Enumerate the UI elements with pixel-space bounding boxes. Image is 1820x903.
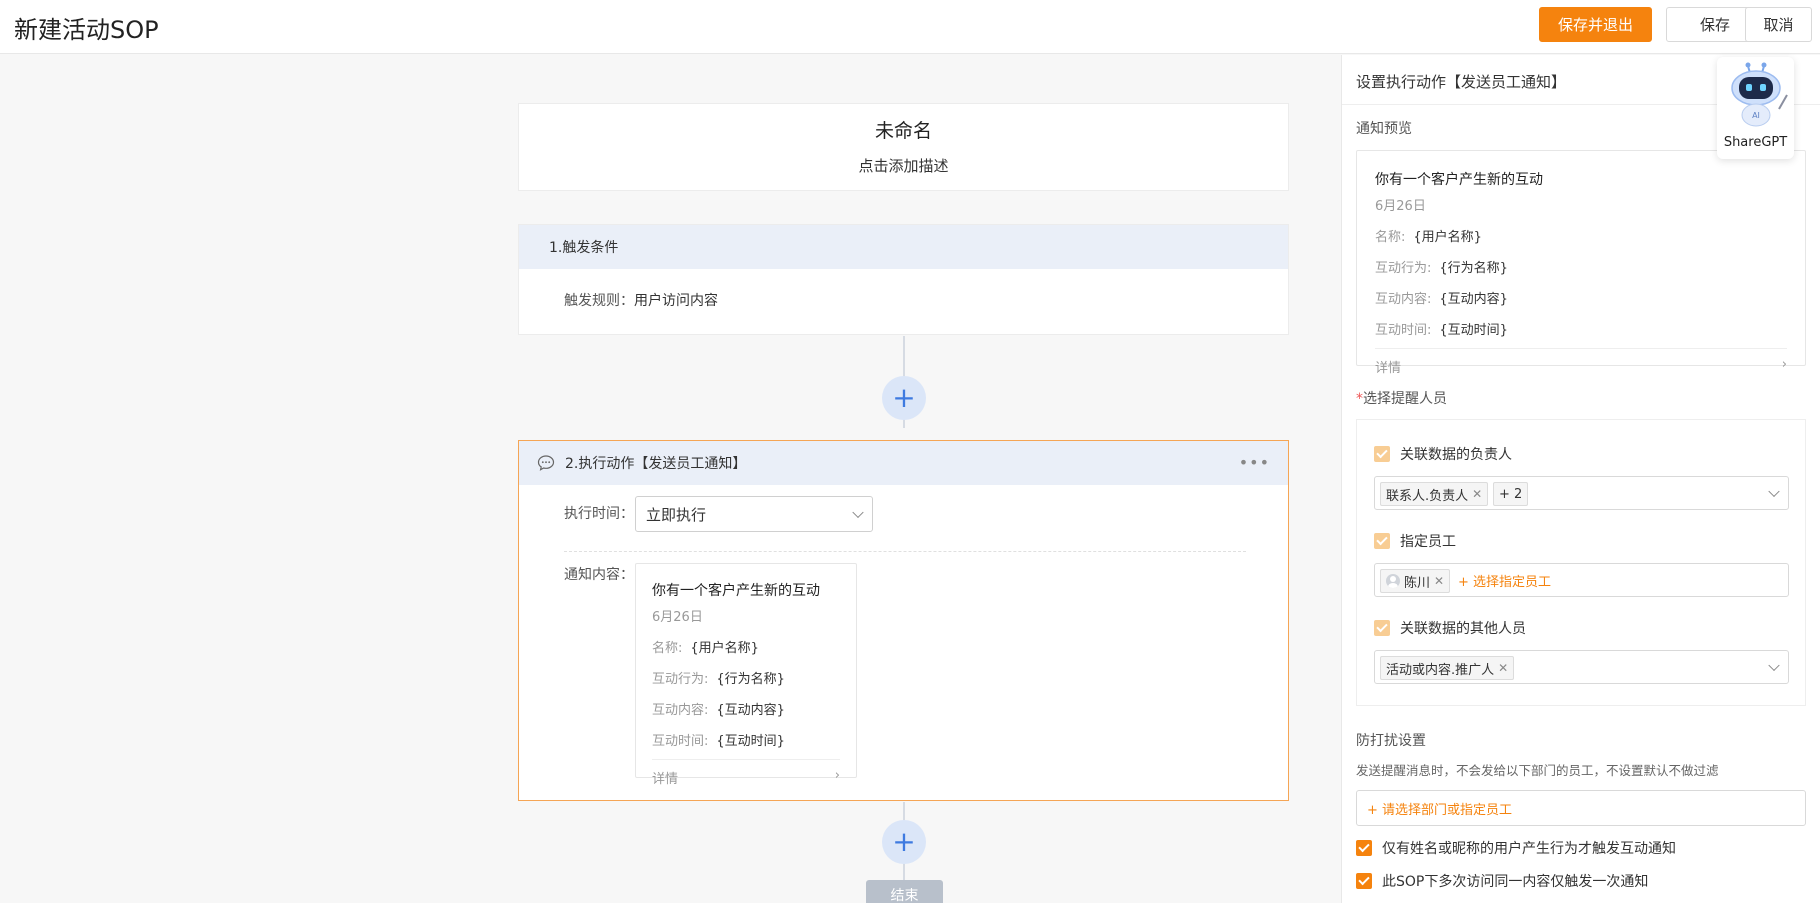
notify-content-preview[interactable]: 你有一个客户产生新的互动 6月26日 名称: {用户名称} 互动行为: {行为名称}… [635,563,857,787]
others-option-label: 关联数据的其他人员 [1400,621,1526,637]
trigger-rule: 触发规则：用户访问内容 [564,290,718,310]
once-only-checkbox[interactable] [1356,873,1372,889]
panel-notify-preview[interactable]: 你有一个客户产生新的互动 6月26日 名称: {用户名称} 互动行为: {行为名称}… [1356,150,1806,376]
end-node[interactable]: 结束 [866,880,943,903]
more-options-icon[interactable]: ••• [1239,453,1270,472]
owner-checkbox[interactable] [1374,446,1390,462]
preview-detail-link[interactable]: 详情 › [652,768,840,787]
action-heading-bar: 2.执行动作【发送员工通知】 [519,441,1288,485]
trigger-rule-label: 触发规则： [564,293,634,309]
settings-panel: 设置执行动作【发送员工通知】 通知预览 你有一个客户产生新的互动 6月26日 名… [1341,55,1820,903]
preview-title: 你有一个客户产生新的互动 [652,583,820,599]
owner-option-label: 关联数据的负责人 [1400,447,1512,463]
preview-date: 6月26日 [652,610,703,625]
chevron-right-icon: › [834,768,840,783]
page-title: 新建活动SOP [14,16,159,44]
dnd-select-input[interactable]: + 请选择部门或指定员工 [1356,790,1806,826]
preview-row: 互动行为: {行为名称} [652,672,785,687]
close-icon[interactable]: ✕ [1472,487,1482,501]
chevron-down-icon [852,506,864,519]
exec-time-label: 执行时间： [564,506,634,522]
panel-title: 设置执行动作【发送员工通知】 [1356,73,1567,91]
required-mark: * [1356,391,1363,407]
preview-row: 互动时间: {互动时间} [1375,323,1508,338]
plus-icon: + [892,381,916,414]
others-select[interactable]: 活动或内容.推广人 ✕ [1374,650,1789,684]
recipients-box: 关联数据的负责人 联系人.负责人 ✕ + 2 指定员工 陈川 ✕ + 选择指定员工 … [1356,419,1806,706]
sop-name-card[interactable]: 未命名 点击添加描述 [518,103,1289,191]
section-divider [564,551,1246,552]
chevron-down-icon [1768,659,1780,672]
preview-row: 互动时间: {互动时间} [652,734,785,749]
preview-title: 你有一个客户产生新的互动 [1375,172,1543,188]
name-only-checkbox[interactable] [1356,840,1372,856]
recipients-section-label: *选择提醒人员 [1356,391,1447,407]
selected-tag: 活动或内容.推广人 ✕ [1380,656,1515,680]
close-icon[interactable]: ✕ [1498,661,1508,675]
sharegpt-label: ShareGPT [1723,135,1788,150]
name-only-label: 仅有姓名或昵称的用户产生行为才触发互动通知 [1382,841,1676,857]
employee-select[interactable]: 陈川 ✕ + 选择指定员工 [1374,563,1789,597]
cancel-button[interactable]: 取消 [1745,7,1812,42]
robot-icon: AI [1731,62,1788,127]
ai-badge: AI [1752,111,1760,120]
avatar-icon [1386,574,1400,588]
sop-description[interactable]: 点击添加描述 [519,155,1288,176]
action-card[interactable]: 2.执行动作【发送员工通知】 ••• 执行时间： 立即执行 通知内容： 你有一个… [518,440,1289,801]
preview-detail-link[interactable]: 详情 › [1375,357,1787,376]
trigger-card[interactable]: 1.触发条件 触发规则：用户访问内容 [518,224,1289,335]
add-step-button[interactable]: + [882,376,926,420]
preview-divider [652,759,840,760]
preview-row: 互动行为: {行为名称} [1375,261,1508,276]
more-count-tag: + 2 [1493,482,1529,506]
sop-name[interactable]: 未命名 [519,116,1288,143]
dnd-description: 发送提醒消息时，不会发给以下部门的员工，不设置默认不做过滤 [1356,763,1719,778]
owner-select[interactable]: 联系人.负责人 ✕ + 2 [1374,476,1789,510]
notify-content-label: 通知内容： [564,567,634,583]
plus-icon: + [892,825,916,858]
preview-date: 6月26日 [1375,199,1426,214]
preview-row: 互动内容: {互动内容} [652,703,785,718]
save-and-exit-button[interactable]: 保存并退出 [1539,7,1652,42]
preview-section-label: 通知预览 [1356,121,1412,137]
once-only-label: 此SOP下多次访问同一内容仅触发一次通知 [1382,874,1649,890]
exec-time-value: 立即执行 [646,505,707,524]
action-heading: 2.执行动作【发送员工通知】 [565,456,747,472]
selected-tag: 联系人.负责人 ✕ [1380,482,1489,506]
exec-time-select[interactable]: 立即执行 [635,496,873,532]
chevron-down-icon [1768,485,1780,498]
preview-row: 互动内容: {互动内容} [1375,292,1508,307]
employee-option-label: 指定员工 [1400,534,1456,550]
trigger-rule-value: 用户访问内容 [634,293,718,309]
others-checkbox[interactable] [1374,620,1390,636]
close-icon[interactable]: ✕ [1434,574,1444,588]
chat-bubble-icon [537,455,555,471]
dnd-section-label: 防打扰设置 [1356,733,1426,749]
trigger-heading: 1.触发条件 [519,225,1288,269]
preview-divider [1375,348,1787,349]
flow-canvas: 未命名 点击添加描述 1.触发条件 触发规则：用户访问内容 + 2.执行动作【发… [0,55,1340,903]
preview-row: 名称: {用户名称} [1375,230,1482,245]
add-step-button[interactable]: + [882,820,926,864]
sharegpt-widget[interactable]: AI ShareGPT [1717,57,1794,159]
add-employee-link[interactable]: + 选择指定员工 [1458,571,1551,590]
employee-checkbox[interactable] [1374,533,1390,549]
top-header: 新建活动SOP 保存并退出 保存 取消 [0,0,1820,54]
selected-tag: 陈川 ✕ [1380,569,1451,593]
preview-row: 名称: {用户名称} [652,641,759,656]
chevron-right-icon: › [1781,357,1787,372]
